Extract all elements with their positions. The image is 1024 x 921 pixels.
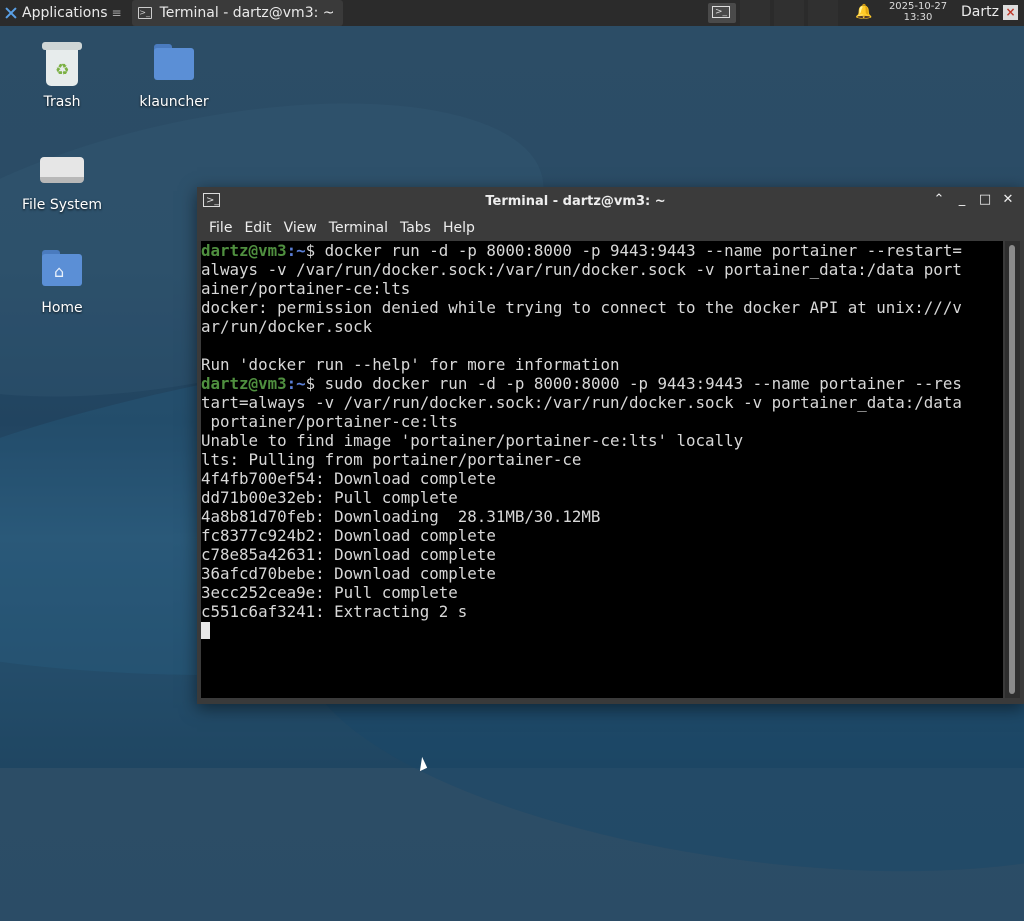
window-title: Terminal - dartz@vm3: ~ [485,194,666,209]
menu-terminal[interactable]: Terminal [323,220,394,236]
folder-icon [150,40,198,88]
command-line: always -v /var/run/docker.sock:/var/run/… [201,260,962,279]
desktop-icon-trash[interactable]: ♻ Trash [7,40,117,110]
command-line: tart=always -v /var/run/docker.sock:/var… [201,393,962,412]
maximize-button[interactable]: □ [977,192,993,208]
output-line: lts: Pulling from portainer/portainer-ce [201,450,582,469]
prompt-symbol: $ [305,374,325,393]
menu-view[interactable]: View [278,220,323,236]
desktop-icon-home[interactable]: ⌂ Home [7,246,117,316]
panel-clock[interactable]: 2025-10-27 13:30 [885,1,951,23]
prompt-path: :~ [286,241,306,260]
desktop-icon-label: Home [41,300,83,316]
output-line: dd71b00e32eb: Pull complete [201,488,458,507]
menu-arrow-icon: ≡ [111,6,122,20]
workspace-2[interactable] [774,0,804,26]
terminal-text: dartz@vm3:~$ docker run -d -p 8000:8000 … [201,241,1003,640]
terminal-scrollbar[interactable] [1005,241,1020,698]
desktop-icon-file-system[interactable]: File System [7,143,117,213]
output-line: c551c6af3241: Extracting 2 s [201,602,468,621]
output-line: 4a8b81d70feb: Downloading 28.31MB/30.12M… [201,507,601,526]
applications-menu-button[interactable]: Applications ≡ [0,0,126,26]
terminal-output[interactable]: dartz@vm3:~$ docker run -d -p 8000:8000 … [201,241,1003,698]
drive-icon [38,143,86,191]
prompt-symbol: $ [305,241,325,260]
clock-date: 2025-10-27 [888,1,948,12]
output-line: docker: permission denied while trying t… [201,298,962,317]
command-line: ainer/portainer-ce:lts [201,279,411,298]
output-line: 36afcd70bebe: Download complete [201,564,496,583]
desktop-icon-label: Trash [43,94,81,110]
trash-icon: ♻ [38,40,86,88]
prompt-user: dartz@vm3 [201,241,287,260]
user-menu[interactable]: Dartz [961,4,999,20]
output-line: c78e85a42631: Download complete [201,545,496,564]
scrollbar-thumb[interactable] [1009,245,1015,694]
menu-edit[interactable]: Edit [238,220,277,236]
desktop-icon-klauncher[interactable]: klauncher [119,40,229,110]
workspace-3[interactable] [808,0,838,26]
desktop-icon-label: klauncher [139,94,209,110]
output-line: fc8377c924b2: Download complete [201,526,496,545]
output-line: 4f4fb700ef54: Download complete [201,469,496,488]
command-line: portainer/portainer-ce:lts [201,412,458,431]
command-line: sudo docker run -d -p 8000:8000 -p 9443:… [324,374,962,393]
menu-bar: File Edit View Terminal Tabs Help [197,215,1024,241]
desktop-icon-label: File System [21,197,103,213]
clock-time: 13:30 [903,12,933,23]
logout-icon[interactable]: × [1003,5,1018,20]
text-cursor [201,622,210,639]
panel-terminal-launcher[interactable]: >_ [708,3,736,23]
output-line: Unable to find image 'portainer/portaine… [201,431,744,450]
home-folder-icon: ⌂ [38,246,86,294]
prompt-path: :~ [286,374,306,393]
terminal-icon: >_ [137,7,152,19]
menu-help[interactable]: Help [437,220,481,236]
output-line: 3ecc252cea9e: Pull complete [201,583,458,602]
workspace-1[interactable] [740,0,770,26]
menu-file[interactable]: File [203,220,238,236]
output-line: ar/run/docker.sock [201,317,373,336]
menu-tabs[interactable]: Tabs [394,220,437,236]
terminal-window[interactable]: >_ Terminal - dartz@vm3: ~ ⌃ _ □ ✕ File … [197,187,1024,704]
xfce-logo-icon [4,6,18,20]
notification-bell-icon[interactable]: 🔔 [855,4,872,20]
prompt-user: dartz@vm3 [201,374,287,393]
taskbar-terminal-label: Terminal - dartz@vm3: ~ [159,5,335,21]
taskbar-terminal-button[interactable]: >_ Terminal - dartz@vm3: ~ [131,0,343,26]
command-line: docker run -d -p 8000:8000 -p 9443:9443 … [324,241,962,260]
shade-button[interactable]: ⌃ [931,192,947,208]
applications-label: Applications [22,5,108,21]
output-line: Run 'docker run --help' for more informa… [201,355,620,374]
minimize-button[interactable]: _ [954,192,970,208]
terminal-icon: >_ [712,6,730,18]
close-button[interactable]: ✕ [1000,192,1016,208]
window-titlebar[interactable]: >_ Terminal - dartz@vm3: ~ ⌃ _ □ ✕ [197,187,1024,215]
